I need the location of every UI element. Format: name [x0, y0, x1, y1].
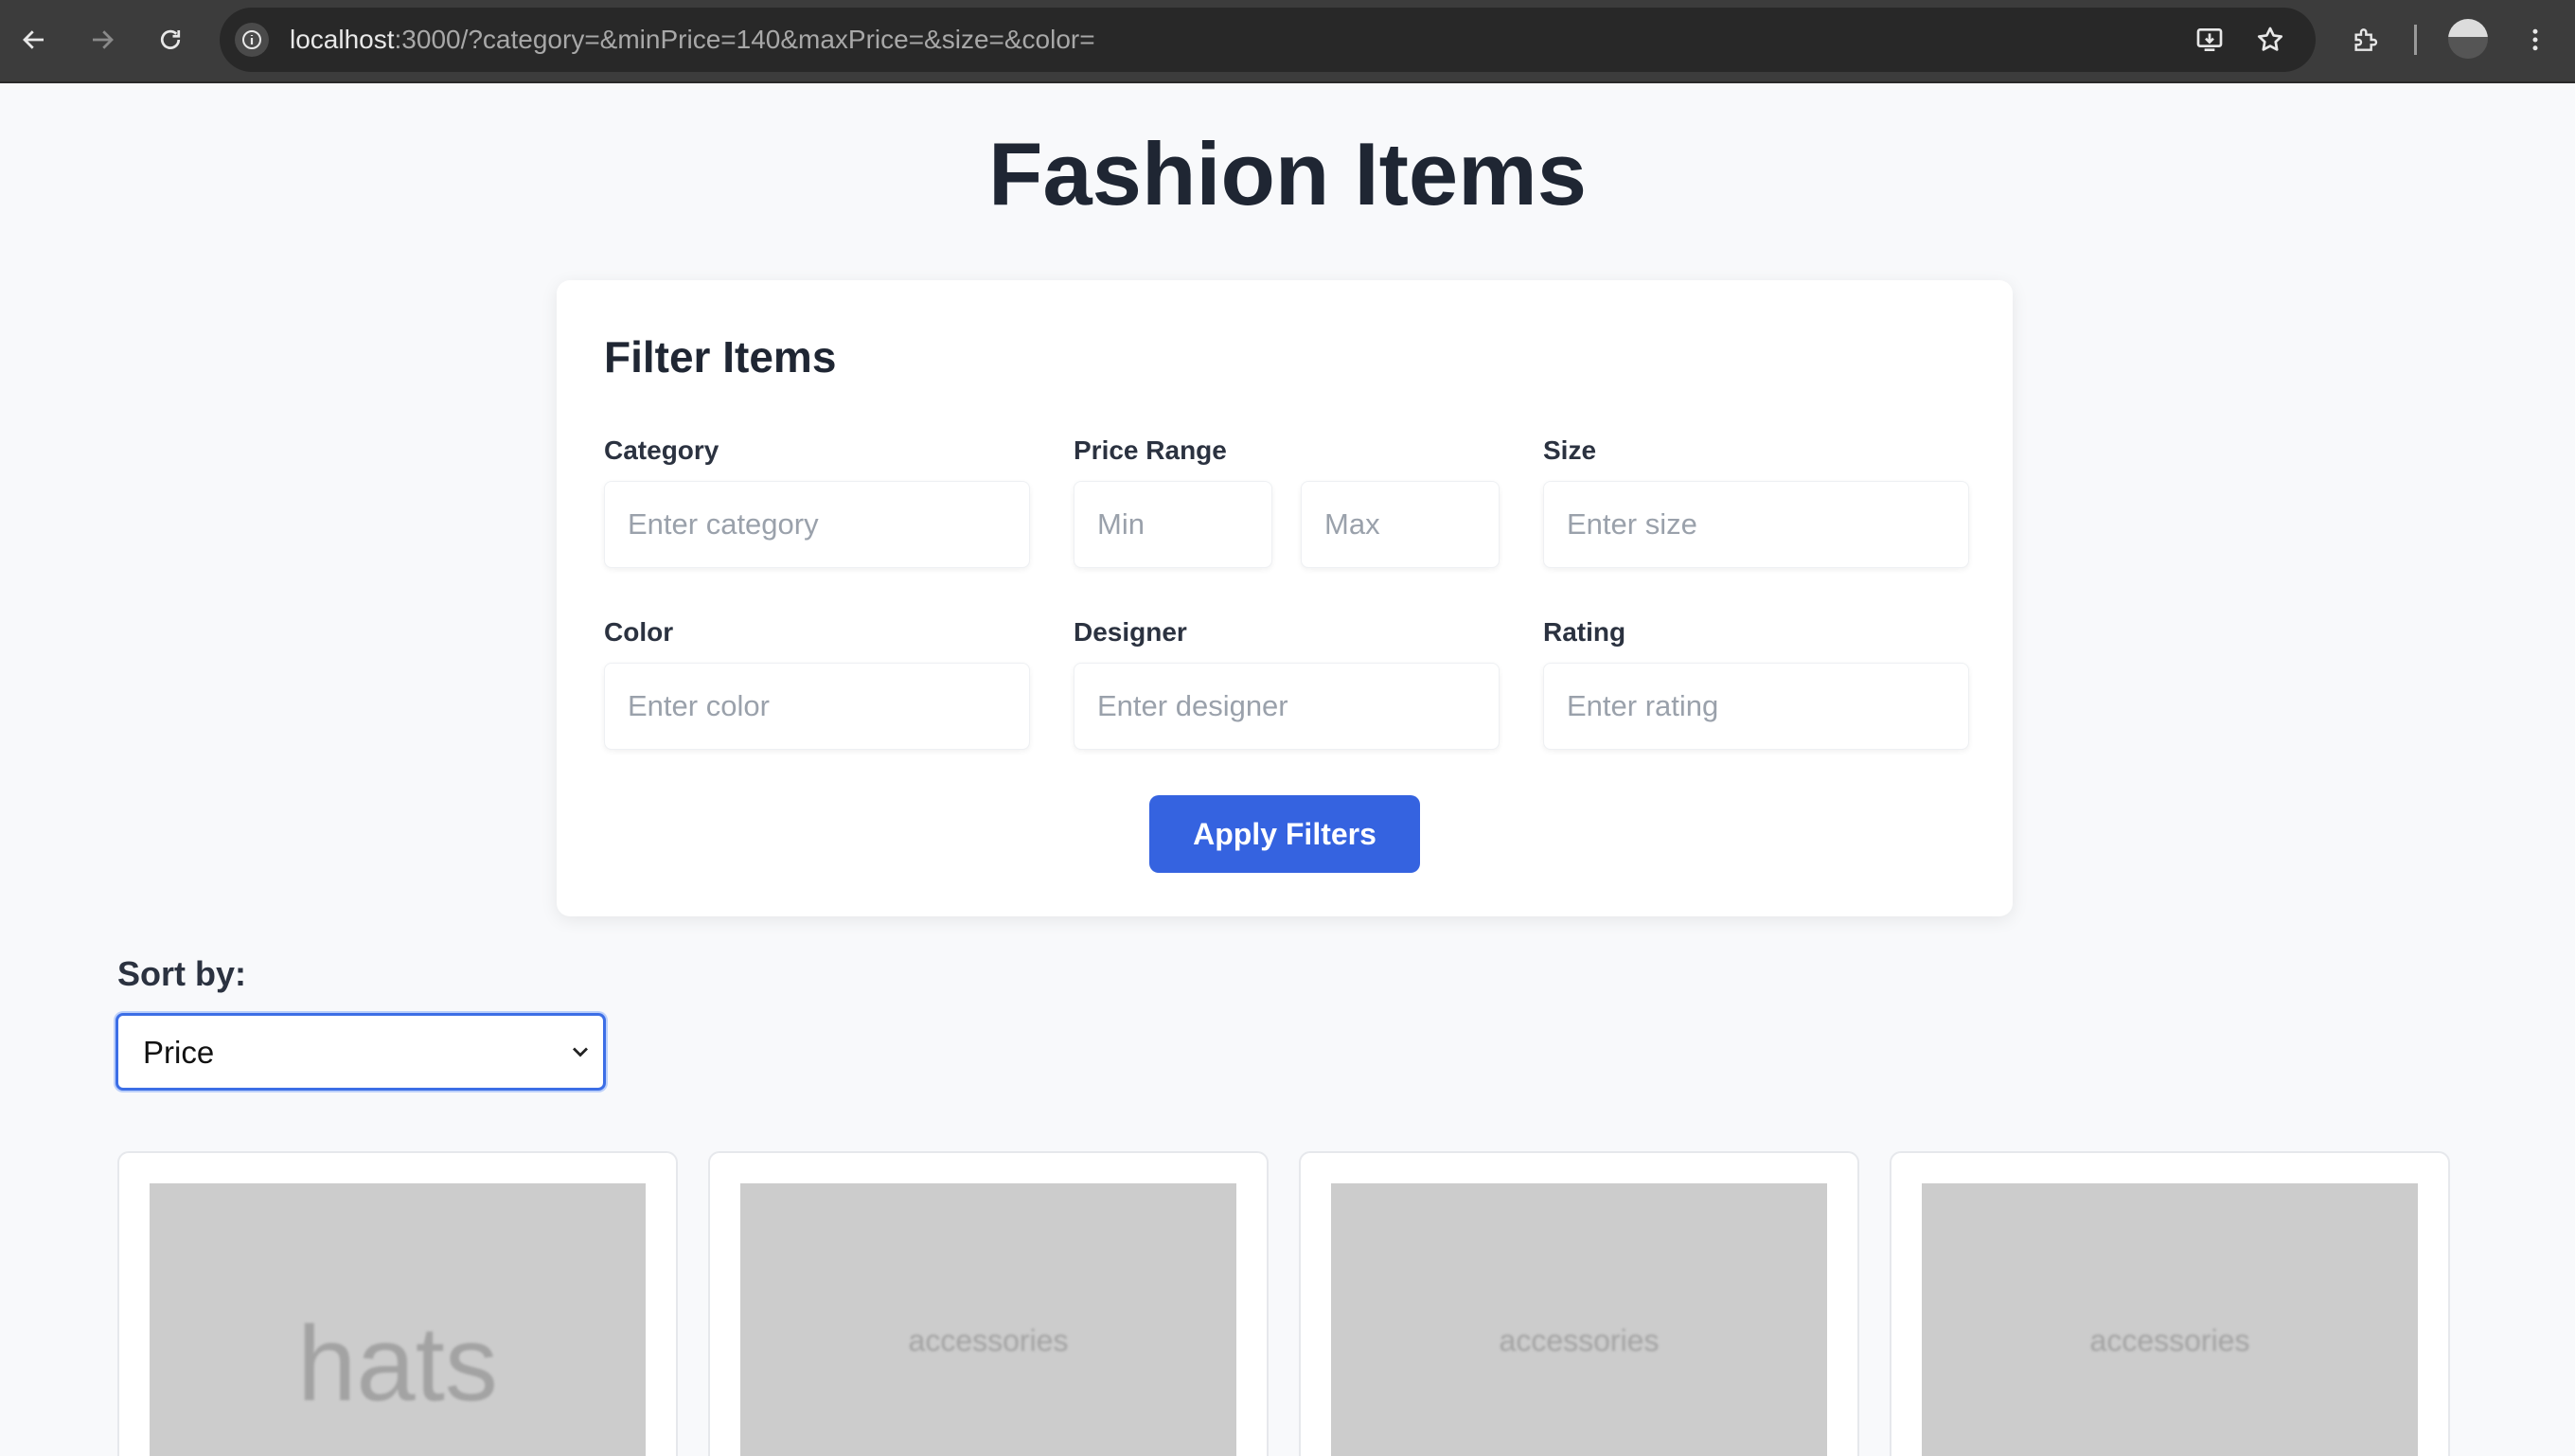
- star-icon: [2257, 27, 2283, 51]
- item-image: accessories: [1922, 1183, 2418, 1456]
- max-price-input[interactable]: [1301, 481, 1500, 568]
- back-button[interactable]: [11, 17, 57, 62]
- item-card[interactable]: accessories: [708, 1151, 1269, 1456]
- color-label: Color: [604, 617, 674, 647]
- sort-label: Sort by:: [117, 954, 247, 993]
- url-path: :3000/?category=&minPrice=140&maxPrice=&…: [394, 25, 1095, 54]
- rating-input[interactable]: [1543, 663, 1969, 750]
- category-input[interactable]: [604, 481, 1030, 568]
- toolbar-separator: [2414, 25, 2417, 55]
- page-title: Fashion Items: [987, 124, 1588, 223]
- reload-button[interactable]: [148, 17, 193, 62]
- price-range-label: Price Range: [1074, 435, 1227, 465]
- designer-label: Designer: [1074, 617, 1187, 647]
- sort-select[interactable]: Price: [115, 1013, 606, 1091]
- forward-arrow-icon: [93, 30, 114, 49]
- size-input[interactable]: [1543, 481, 1969, 568]
- install-app-button[interactable]: [2187, 17, 2232, 62]
- profile-avatar[interactable]: [2448, 19, 2488, 59]
- item-image: hats: [150, 1183, 646, 1456]
- filter-title: Filter Items: [604, 332, 837, 382]
- rating-label: Rating: [1543, 617, 1626, 647]
- item-card[interactable]: accessories: [1299, 1151, 1859, 1456]
- size-label: Size: [1543, 435, 1597, 465]
- extensions-button[interactable]: [2342, 17, 2388, 62]
- address-bar[interactable]: localhost:3000/?category=&minPrice=140&m…: [220, 8, 2316, 72]
- color-input[interactable]: [604, 663, 1030, 750]
- url-host: localhost: [290, 25, 395, 54]
- filter-panel: Filter Items Category Price Range Size C…: [557, 280, 2013, 916]
- item-image-text: accessories: [1499, 1323, 1660, 1358]
- bookmark-button[interactable]: [2247, 17, 2293, 62]
- designer-input[interactable]: [1074, 663, 1500, 750]
- install-icon: [2196, 28, 2223, 51]
- apply-filters-button[interactable]: Apply Filters: [1149, 795, 1420, 873]
- chevron-down-icon: [573, 1047, 588, 1057]
- item-image-text: accessories: [908, 1323, 1069, 1358]
- url-text: localhost:3000/?category=&minPrice=140&m…: [290, 25, 1095, 55]
- reload-icon: [160, 29, 181, 49]
- site-info-icon[interactable]: [235, 23, 269, 57]
- forward-button[interactable]: [80, 17, 125, 62]
- menu-button[interactable]: [2513, 17, 2558, 62]
- sort-selected-value: Price: [143, 1035, 215, 1070]
- item-card[interactable]: accessories: [1890, 1151, 2450, 1456]
- puzzle-icon: [2354, 28, 2378, 51]
- item-image-text: hats: [297, 1305, 498, 1423]
- back-arrow-icon: [23, 30, 44, 49]
- min-price-input[interactable]: [1074, 481, 1272, 568]
- item-card[interactable]: hats: [117, 1151, 678, 1456]
- category-label: Category: [604, 435, 719, 465]
- item-image: accessories: [1331, 1183, 1827, 1456]
- item-image-text: accessories: [2089, 1323, 2250, 1358]
- more-vertical-icon: [2532, 28, 2538, 51]
- browser-toolbar: localhost:3000/?category=&minPrice=140&m…: [0, 0, 2575, 83]
- item-image: accessories: [740, 1183, 1236, 1456]
